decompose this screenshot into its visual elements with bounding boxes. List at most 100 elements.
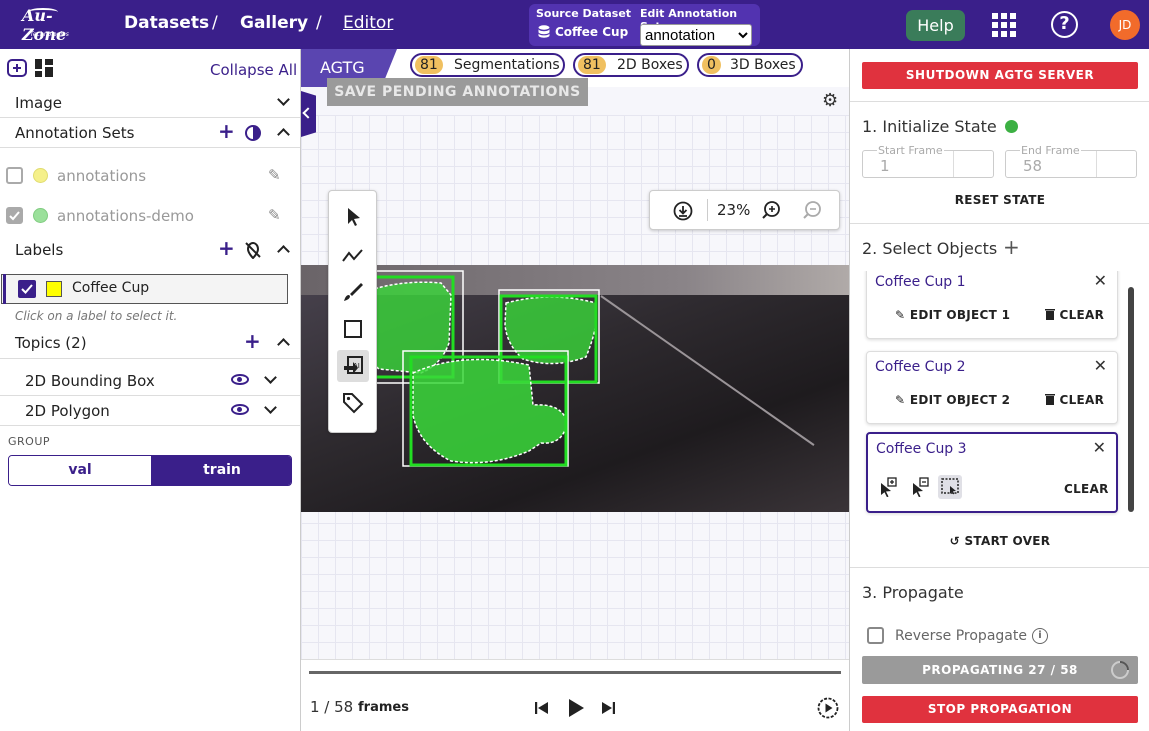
close-icon[interactable]: ✕ <box>1094 271 1107 290</box>
box-select-icon[interactable] <box>941 478 959 496</box>
add-point-cursor-icon[interactable] <box>880 477 898 497</box>
annotation-overlay <box>331 270 600 467</box>
add-box-icon[interactable] <box>7 59 27 77</box>
rectangle-icon[interactable] <box>341 317 365 341</box>
source-dataset-label: Source Dataset <box>536 7 632 20</box>
add-annotation-set-icon[interactable]: + <box>218 119 235 143</box>
stop-propagation-button[interactable]: STOP PROPAGATION <box>862 696 1138 723</box>
help-button[interactable]: Help <box>906 10 965 41</box>
add-object-icon[interactable]: + <box>1003 235 1020 259</box>
zoom-in-icon[interactable] <box>761 200 781 220</box>
save-pending-annotations-button[interactable]: SAVE PENDING ANNOTATIONS <box>327 78 588 106</box>
stepper-arrows[interactable] <box>1096 151 1136 177</box>
start-frame-input[interactable]: Start Frame 1 <box>862 144 994 178</box>
chip-count: 0 <box>702 56 721 74</box>
info-icon[interactable]: i <box>1032 628 1048 644</box>
chevron-down-icon[interactable] <box>264 401 277 414</box>
image-canvas[interactable]: AI 23% <box>301 115 849 659</box>
play-icon[interactable] <box>567 698 585 718</box>
end-frame-input[interactable]: End Frame 58 <box>1005 144 1137 178</box>
pointer-icon[interactable] <box>341 205 365 229</box>
propagate-title: 3. Propagate <box>862 583 964 602</box>
chevron-up-icon[interactable] <box>277 338 290 351</box>
object-card[interactable]: Coffee Cup 1 ✕ ✎ EDIT OBJECT 1 CLEAR <box>866 271 1118 339</box>
reverse-propagate-checkbox[interactable] <box>867 627 884 644</box>
skip-back-icon[interactable] <box>534 700 550 716</box>
close-icon[interactable]: ✕ <box>1093 438 1106 457</box>
propagating-label: PROPAGATING 27 / 58 <box>922 663 1078 677</box>
annotation-set-checkbox[interactable] <box>6 207 23 224</box>
trash-icon <box>1045 394 1055 405</box>
group-option-val[interactable]: val <box>9 456 151 485</box>
shutdown-agtg-server-button[interactable]: SHUTDOWN AGTG SERVER <box>862 62 1138 89</box>
user-avatar[interactable]: JD <box>1110 10 1140 40</box>
annotation-set-name[interactable]: annotations-demo <box>57 207 194 225</box>
zoom-out-icon[interactable] <box>802 200 822 220</box>
topics-label: Topics (2) <box>15 334 87 352</box>
edit-object-button[interactable]: ✎ EDIT OBJECT 1 <box>895 308 1010 322</box>
add-topic-icon[interactable]: + <box>244 329 261 353</box>
collapse-sidebar-tab[interactable] <box>301 91 316 137</box>
object-card[interactable]: Coffee Cup 2 ✕ ✎ EDIT OBJECT 2 CLEAR <box>866 351 1118 424</box>
edit-pencil-icon[interactable]: ✎ <box>268 166 281 184</box>
group-option-train[interactable]: train <box>151 456 291 485</box>
clear-object-button[interactable]: CLEAR <box>1045 393 1104 407</box>
eye-icon[interactable] <box>231 404 249 415</box>
ai-segment-icon[interactable]: AI <box>341 354 365 378</box>
label-checkbox[interactable] <box>18 280 36 298</box>
reset-state-button[interactable]: RESET STATE <box>850 193 1149 207</box>
object-card-selected[interactable]: Coffee Cup 3 ✕ CLEAR <box>866 432 1118 513</box>
annotation-set-name[interactable]: annotations <box>57 167 146 185</box>
breadcrumb-datasets[interactable]: Datasets <box>124 13 209 33</box>
chevron-down-icon[interactable] <box>264 371 277 384</box>
image-section-header[interactable]: Image <box>0 88 300 118</box>
question-icon[interactable]: ? <box>1051 11 1078 38</box>
add-label-icon[interactable]: + <box>218 236 235 260</box>
clear-label: CLEAR <box>1059 308 1105 322</box>
topic-item[interactable]: 2D Polygon <box>0 396 300 426</box>
object-name: Coffee Cup 3 <box>876 441 967 457</box>
skip-forward-icon[interactable] <box>600 700 616 716</box>
image-label: Image <box>15 94 62 112</box>
3d-boxes-chip[interactable]: 0 3D Boxes <box>697 53 803 77</box>
apps-grid-icon[interactable] <box>992 13 1016 37</box>
dataset-context-box: Source Dataset Edit Annotation Set Coffe… <box>529 4 760 46</box>
eye-icon[interactable] <box>231 374 249 385</box>
stepper-arrows[interactable] <box>953 151 993 177</box>
clear-object-button[interactable]: CLEAR <box>1064 482 1109 496</box>
timeline-slider[interactable] <box>309 671 841 674</box>
edit-object-button[interactable]: ✎ EDIT OBJECT 2 <box>895 393 1010 407</box>
chevron-down-icon[interactable] <box>277 93 290 106</box>
dashboard-icon[interactable] <box>35 59 53 77</box>
objects-scrollbar[interactable] <box>1128 287 1134 512</box>
2d-boxes-chip[interactable]: 81 2D Boxes <box>573 53 689 77</box>
breadcrumb-gallery[interactable]: Gallery <box>240 13 308 33</box>
start-over-button[interactable]: ↺ START OVER <box>850 534 1149 548</box>
label-item-coffee-cup[interactable]: Coffee Cup <box>1 274 288 304</box>
au-zone-logo[interactable]: Au-Zone Technologies <box>20 6 82 44</box>
chevron-up-icon[interactable] <box>277 245 290 258</box>
contrast-icon[interactable] <box>245 125 261 141</box>
segmentations-chip[interactable]: 81 Segmentations <box>410 53 565 77</box>
label-hint: Click on a label to select it. <box>15 309 178 323</box>
edit-pencil-icon[interactable]: ✎ <box>268 206 281 224</box>
logo-subtext: Technologies <box>30 31 69 38</box>
remove-point-cursor-icon[interactable] <box>912 477 930 497</box>
brush-icon[interactable] <box>341 280 365 304</box>
gear-icon[interactable]: ⚙ <box>822 92 840 110</box>
annotation-set-select[interactable]: annotation <box>640 24 752 46</box>
breadcrumb-editor[interactable]: Editor <box>343 13 393 33</box>
tag-icon[interactable] <box>341 391 365 415</box>
segmentation-mask <box>504 296 597 365</box>
clear-object-button[interactable]: CLEAR <box>1045 308 1104 322</box>
topic-item[interactable]: 2D Bounding Box <box>0 366 300 396</box>
collapse-all-button[interactable]: Collapse All <box>210 61 297 79</box>
close-icon[interactable]: ✕ <box>1094 356 1107 375</box>
visibility-off-icon[interactable] <box>244 241 262 259</box>
playback-settings-icon[interactable] <box>817 697 839 719</box>
polyline-icon[interactable] <box>341 243 365 267</box>
chevron-up-icon[interactable] <box>277 128 290 141</box>
pencil-icon: ✎ <box>895 308 906 322</box>
download-icon[interactable] <box>673 201 693 221</box>
annotation-set-checkbox[interactable] <box>6 167 23 184</box>
